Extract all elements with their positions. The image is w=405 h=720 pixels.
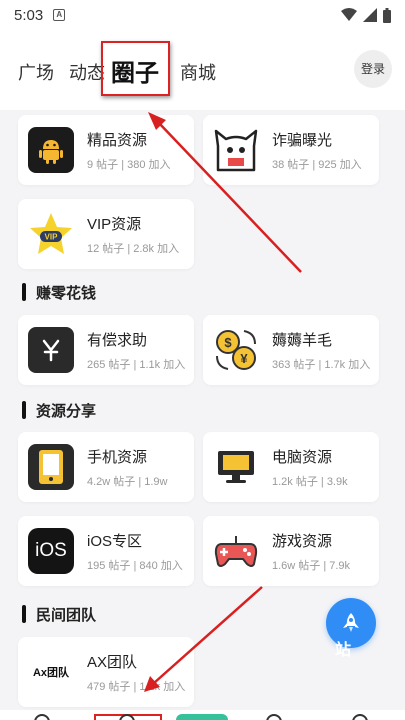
- monitor-icon: [213, 444, 259, 490]
- circle-title: 诈骗曝光: [272, 131, 333, 149]
- ghost-icon: [213, 127, 259, 173]
- yen-icon: [28, 327, 74, 373]
- section-title: 资源分享: [22, 400, 96, 420]
- circle-meta: 12 帖子 | 2.8k 加入: [87, 242, 180, 255]
- circle-title: AX团队: [87, 653, 138, 671]
- circle-meta: 38 帖子 | 925 加入: [272, 158, 362, 171]
- circle-meta: 1.2k 帖子 | 3.9k: [272, 475, 348, 488]
- tab-shangcheng[interactable]: 商城: [180, 59, 216, 85]
- circle-meta: 479 帖子 | 1.1k 加入: [87, 680, 186, 693]
- section-label: 民间团队: [36, 606, 97, 624]
- circle-meta: 9 帖子 | 380 加入: [87, 158, 171, 171]
- rocket-icon: [343, 613, 359, 632]
- circle-title: 电脑资源: [272, 448, 333, 466]
- circle-card-ios[interactable]: iOS iOS专区 195 帖子 | 840 加入: [18, 516, 194, 586]
- section-bar: [22, 401, 26, 419]
- bottom-nav-profile-icon[interactable]: [352, 714, 368, 720]
- bottom-nav: [0, 710, 405, 720]
- circle-meta: 1.6w 帖子 | 7.9k: [272, 559, 351, 572]
- ios-icon-text: iOS: [35, 540, 67, 561]
- vip-star-icon: VIP: [28, 211, 74, 257]
- circle-title: 精品资源: [87, 131, 148, 149]
- notification-icon: A: [53, 9, 66, 21]
- circle-title: 游戏资源: [272, 532, 333, 550]
- svg-text:¥: ¥: [240, 351, 248, 366]
- battery-icon: [383, 7, 391, 23]
- status-time: 5:03: [14, 6, 44, 24]
- circle-card-haohao[interactable]: $ ¥ 薅薅羊毛 363 帖子 | 1.7k 加入: [203, 315, 379, 385]
- phone-icon: [28, 444, 74, 490]
- circle-card-jingpin[interactable]: 精品资源 9 帖子 | 380 加入: [18, 115, 194, 185]
- circle-card-diannao[interactable]: 电脑资源 1.2k 帖子 | 3.9k: [203, 432, 379, 502]
- gamepad-icon: [213, 528, 259, 574]
- ax-logo-icon: Ax团队: [28, 649, 74, 695]
- status-icons: [341, 7, 391, 23]
- circle-card-youchang[interactable]: 有偿求助 265 帖子 | 1.1k 加入: [18, 315, 194, 385]
- circle-meta: 363 帖子 | 1.7k 加入: [272, 358, 371, 371]
- circle-card-vip[interactable]: VIP VIP资源 12 帖子 | 2.8k 加入: [18, 199, 194, 269]
- circle-title: 手机资源: [87, 448, 148, 466]
- section-label: 赚零花钱: [36, 284, 97, 302]
- section-label: 资源分享: [36, 402, 97, 420]
- svg-text:$: $: [224, 335, 232, 350]
- bottom-nav-home-icon[interactable]: [34, 714, 50, 720]
- circle-title: VIP资源: [87, 215, 142, 233]
- coin-exchange-icon: $ ¥: [213, 327, 259, 373]
- wifi-icon: [341, 8, 357, 21]
- circle-card-zhapian[interactable]: 诈骗曝光 38 帖子 | 925 加入: [203, 115, 379, 185]
- section-title: 民间团队: [22, 604, 96, 624]
- tab-guangchang[interactable]: 广场: [18, 59, 54, 85]
- status-bar: 5:03 A: [0, 0, 405, 30]
- svg-text:VIP: VIP: [45, 233, 59, 242]
- android-icon: [28, 127, 74, 173]
- section-title: 赚零花钱: [22, 282, 96, 302]
- tab-dongtai[interactable]: 动态: [69, 59, 105, 85]
- circle-meta: 195 帖子 | 840 加入: [87, 559, 183, 572]
- section-bar: [22, 605, 26, 623]
- fab-overlay-text: 站: [335, 642, 352, 659]
- section-bar: [22, 283, 26, 301]
- bottom-nav-message-icon[interactable]: [266, 714, 282, 720]
- circle-card-ax[interactable]: Ax团队 AX团队 479 帖子 | 1.1k 加入: [18, 637, 194, 707]
- login-button[interactable]: 登录: [354, 50, 392, 88]
- top-nav: 广场 动态 圈子 商城 登录: [0, 30, 405, 110]
- signal-icon: [363, 8, 377, 22]
- circle-card-youxi[interactable]: 游戏资源 1.6w 帖子 | 7.9k: [203, 516, 379, 586]
- circle-meta: 265 帖子 | 1.1k 加入: [87, 358, 186, 371]
- circle-card-shouji[interactable]: 手机资源 4.2w 帖子 | 1.9w: [18, 432, 194, 502]
- circle-title: iOS专区: [87, 532, 143, 550]
- ios-icon: iOS: [28, 528, 74, 574]
- bottom-nav-publish-button[interactable]: [176, 714, 228, 720]
- tab-highlight-box: [101, 41, 170, 96]
- circle-meta: 4.2w 帖子 | 1.9w: [87, 475, 168, 488]
- circle-title: 有偿求助: [87, 331, 148, 349]
- circle-title: 薅薅羊毛: [272, 331, 333, 349]
- ax-logo-text: Ax团队: [32, 667, 70, 679]
